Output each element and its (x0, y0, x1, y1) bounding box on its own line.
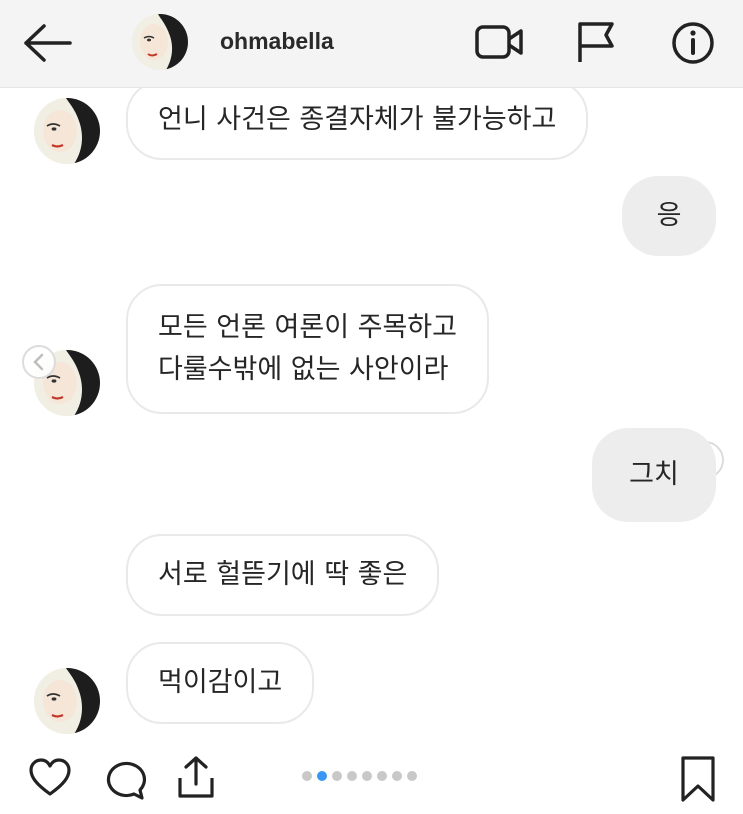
carousel-dot (317, 771, 327, 781)
heart-icon (29, 758, 71, 796)
video-call-button[interactable] (472, 20, 528, 64)
carousel-dot (347, 771, 357, 781)
comment-button[interactable] (102, 758, 146, 800)
comment-icon (106, 761, 146, 800)
sender-avatar[interactable] (34, 668, 100, 734)
carousel-indicator (302, 769, 417, 783)
received-message: 모든 언론 여론이 주목하고 다룰수밖에 없는 사안이라 (126, 284, 489, 414)
save-button[interactable] (678, 754, 718, 804)
message-thread[interactable]: 언니 사건은 종결자체가 불가능하고 응 모든 언론 여론이 주목하고 다룰수밖… (0, 88, 743, 740)
received-message: 서로 헐뜯기에 딱 좋은 (126, 534, 440, 616)
arrow-left-icon (24, 24, 72, 62)
bookmark-icon (681, 756, 715, 802)
carousel-dot (332, 771, 342, 781)
video-camera-icon (475, 25, 523, 59)
carousel-dot (392, 771, 402, 781)
sent-message: 그치 (592, 428, 716, 522)
flag-icon (578, 22, 614, 62)
header-avatar[interactable] (132, 14, 188, 70)
received-message: 언니 사건은 종결자체가 불가능하고 (126, 88, 589, 160)
carousel-dot (362, 771, 372, 781)
chat-username[interactable]: ohmabella (220, 28, 334, 55)
chat-header: ohmabella (0, 0, 743, 88)
sent-message: 응 (622, 176, 716, 256)
received-message: 먹이감이고 (126, 642, 315, 724)
carousel-prev-button[interactable] (22, 345, 56, 379)
sender-avatar[interactable] (34, 98, 100, 164)
report-button[interactable] (572, 18, 620, 66)
chevron-left-icon (33, 353, 44, 371)
post-action-bar (0, 740, 743, 814)
like-button[interactable] (28, 758, 72, 798)
share-icon (178, 756, 214, 798)
carousel-dot (407, 771, 417, 781)
back-button[interactable] (18, 20, 78, 66)
carousel-dot (377, 771, 387, 781)
info-icon (672, 22, 714, 64)
info-button[interactable] (668, 18, 718, 68)
share-button[interactable] (174, 754, 218, 800)
carousel-dot (302, 771, 312, 781)
